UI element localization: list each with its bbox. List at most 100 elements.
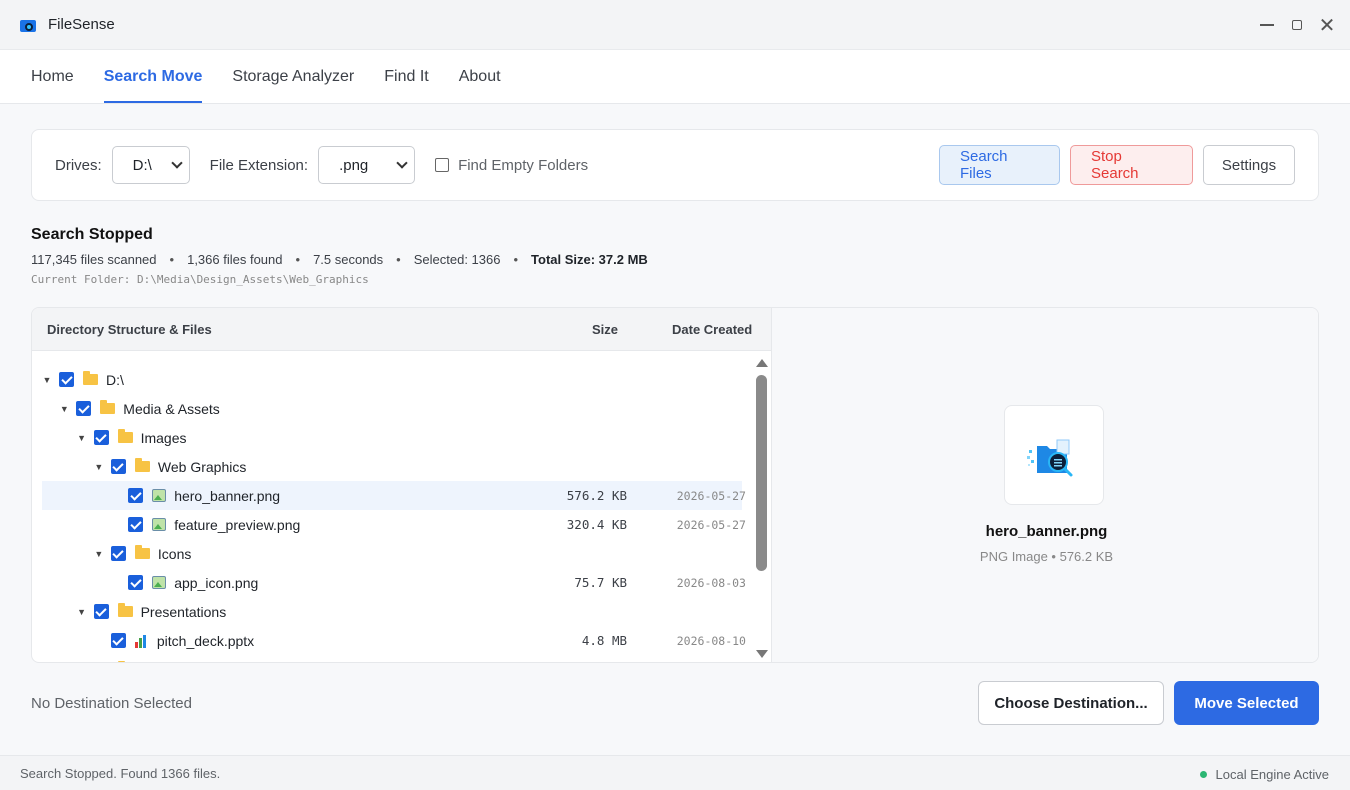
- close-icon[interactable]: ✕: [1312, 10, 1342, 40]
- settings-button[interactable]: Settings: [1203, 145, 1295, 185]
- preview-pane: hero_banner.png PNG Image • 576.2 KB: [771, 308, 1318, 662]
- row-checkbox[interactable]: [110, 633, 126, 648]
- tab-about[interactable]: About: [459, 50, 501, 103]
- column-header-size[interactable]: Size: [592, 322, 618, 337]
- folder-icon: [117, 603, 133, 617]
- tree-file-row[interactable]: feature_preview.png 320.4 KB 2026-05-27: [42, 510, 746, 539]
- tree-folder-row[interactable]: ▼ D:\: [42, 365, 742, 394]
- status-dot-icon: [1199, 771, 1207, 778]
- search-toolbar: Drives: D:\ File Extension: .png Find Em…: [31, 129, 1319, 201]
- chevron-down-icon: [396, 157, 408, 169]
- row-checkbox[interactable]: [59, 372, 74, 387]
- expand-caret-icon[interactable]: ▼: [77, 607, 87, 617]
- folder-icon: [134, 458, 150, 472]
- tab-find-it[interactable]: Find It: [384, 50, 428, 103]
- row-size: 75.7 KB: [574, 575, 627, 590]
- row-checkbox[interactable]: [128, 488, 144, 503]
- empty-folders-option[interactable]: Find Empty Folders: [435, 157, 588, 174]
- drives-label: Drives:: [55, 156, 102, 174]
- extension-select[interactable]: .png: [318, 146, 416, 184]
- row-date: 2026-08-03: [676, 575, 746, 590]
- folder-icon: [134, 545, 150, 559]
- tree-file-row[interactable]: pitch_deck.pptx 4.8 MB 2026-08-10: [42, 626, 746, 655]
- current-folder: Current Folder: D:\Media\Design_Assets\W…: [31, 273, 369, 286]
- column-header-date[interactable]: Date Created: [672, 322, 752, 337]
- app-title: FileSense: [48, 16, 115, 33]
- row-checkbox[interactable]: [76, 401, 92, 416]
- file-tree-pane: Directory Structure & Files Size Date Cr…: [32, 308, 771, 663]
- tree-folder-row[interactable]: ▼Documents & PDFs: [42, 655, 742, 663]
- title-bar: FileSense ✕: [0, 0, 1350, 50]
- row-name: Documents & PDFs: [141, 662, 264, 663]
- row-name: Media & Assets: [123, 400, 220, 417]
- extension-label: File Extension:: [209, 156, 309, 174]
- row-date: 2026-05-27: [676, 488, 746, 503]
- choose-destination-button[interactable]: Choose Destination...: [978, 681, 1164, 725]
- row-name: hero_banner.png: [174, 487, 281, 504]
- tree-file-row[interactable]: app_icon.png 75.7 KB 2026-08-03: [42, 568, 746, 597]
- minimize-icon[interactable]: [1252, 10, 1282, 40]
- tree-header: Directory Structure & Files Size Date Cr…: [32, 308, 771, 351]
- status-title: Search Stopped: [31, 226, 153, 243]
- scrollbar-thumb[interactable]: [756, 375, 767, 571]
- maximize-icon[interactable]: [1282, 10, 1312, 40]
- search-files-button[interactable]: Search Files: [939, 145, 1060, 185]
- empty-folders-checkbox[interactable]: [435, 158, 450, 172]
- row-size: 4.8 MB: [581, 633, 627, 648]
- tree-folder-row[interactable]: ▼ Icons: [42, 539, 742, 568]
- stop-search-button[interactable]: Stop Search: [1070, 145, 1193, 185]
- expand-caret-icon[interactable]: ▼: [94, 462, 104, 472]
- status-bar: Search Stopped. Found 1366 files. Local …: [0, 755, 1350, 790]
- move-selected-button[interactable]: Move Selected: [1174, 681, 1319, 725]
- image-file-icon: [152, 489, 167, 502]
- row-size: 576.2 KB: [566, 488, 627, 503]
- chevron-down-icon: [171, 157, 183, 169]
- row-date: 2026-05-27: [676, 517, 746, 532]
- tree-folder-row[interactable]: ▼ Presentations: [42, 597, 742, 626]
- scroll-up-icon[interactable]: [756, 359, 768, 367]
- tab-home[interactable]: Home: [31, 50, 74, 103]
- drives-value: D:\: [132, 156, 152, 174]
- folder-icon: [83, 371, 98, 385]
- tab-storage-analyzer[interactable]: Storage Analyzer: [232, 50, 354, 103]
- expand-caret-icon[interactable]: ▼: [59, 404, 69, 414]
- main-content: Drives: D:\ File Extension: .png Find Em…: [0, 104, 1350, 755]
- tree-folder-row[interactable]: ▼ Web Graphics: [42, 452, 742, 481]
- expand-caret-icon[interactable]: ▼: [94, 549, 104, 559]
- row-date: 2026-08-10: [676, 633, 746, 648]
- file-search-icon: [1027, 439, 1073, 477]
- window-controls: ✕: [1252, 0, 1350, 50]
- tree-scrollbar[interactable]: [752, 351, 771, 662]
- files-found: 1,366 files found: [187, 252, 283, 267]
- row-checkbox[interactable]: [93, 430, 109, 445]
- tree-file-row[interactable]: hero_banner.png 576.2 KB 2026-05-27: [42, 481, 746, 510]
- search-duration: 7.5 seconds: [313, 252, 384, 267]
- row-checkbox[interactable]: [94, 662, 109, 663]
- tree-folder-row[interactable]: ▼ Media & Assets: [42, 394, 742, 423]
- row-name: pitch_deck.pptx: [156, 632, 255, 649]
- total-size: Total Size: 37.2 MB: [531, 252, 648, 267]
- chart-file-icon: [134, 634, 149, 648]
- app-logo-icon: [20, 18, 36, 32]
- tree-folder-row[interactable]: ▼ Images: [42, 423, 742, 452]
- expand-caret-icon[interactable]: ▼: [77, 433, 87, 443]
- row-name: app_icon.png: [174, 574, 259, 591]
- row-checkbox[interactable]: [110, 546, 126, 561]
- engine-label: Local Engine Active: [1215, 767, 1329, 782]
- row-checkbox[interactable]: [110, 459, 126, 474]
- selected-count: Selected: 1366: [413, 252, 501, 267]
- column-header-name[interactable]: Directory Structure & Files: [47, 322, 212, 337]
- row-checkbox[interactable]: [128, 517, 144, 532]
- row-checkbox[interactable]: [128, 575, 144, 590]
- drives-select[interactable]: D:\: [111, 146, 190, 184]
- row-name: Presentations: [140, 603, 227, 620]
- row-size: 320.4 KB: [566, 517, 627, 532]
- row-checkbox[interactable]: [93, 604, 109, 619]
- folder-icon: [117, 429, 133, 443]
- expand-caret-icon[interactable]: ▼: [42, 375, 52, 385]
- scroll-down-icon[interactable]: [756, 650, 768, 658]
- row-name: D:\: [106, 371, 124, 388]
- empty-folders-label: Find Empty Folders: [458, 156, 589, 174]
- tab-search-move[interactable]: Search Move: [103, 50, 202, 103]
- search-status: Search Stopped 117,345 files scanned • 1…: [31, 226, 648, 286]
